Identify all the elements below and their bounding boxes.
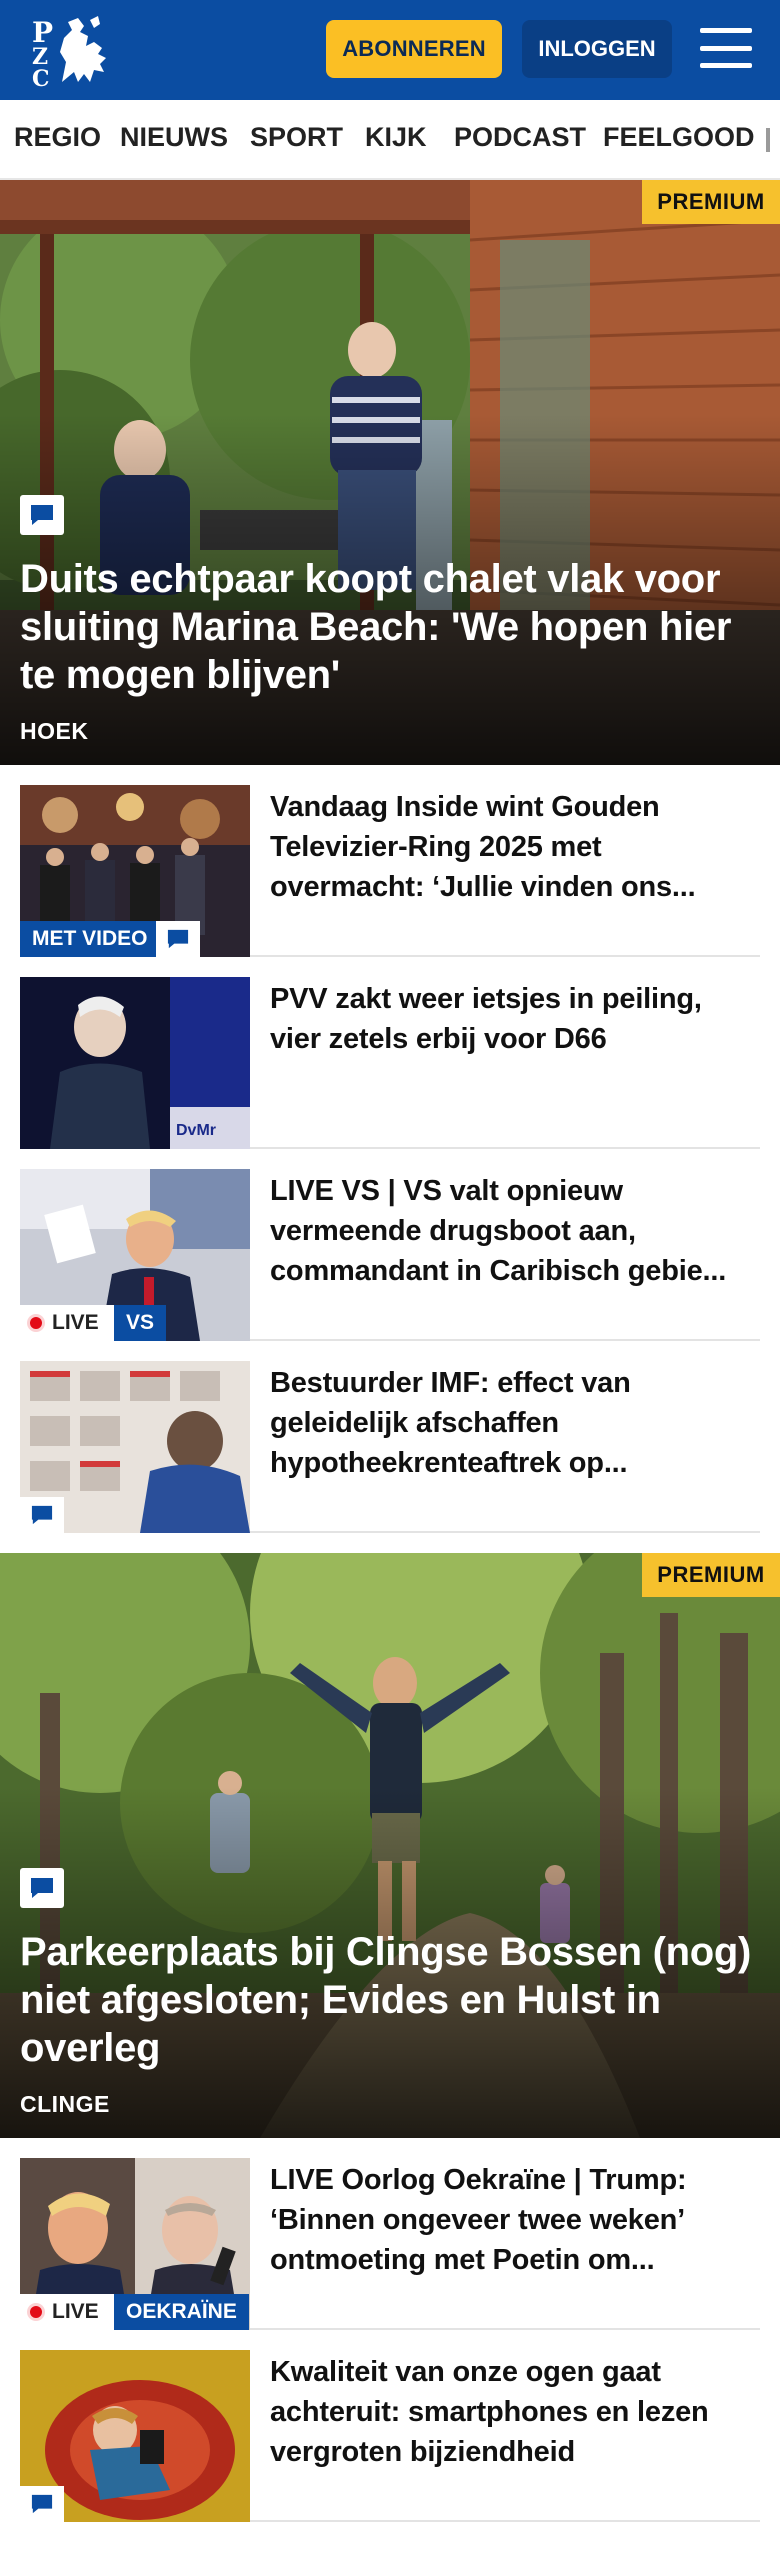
video-badge: MET VIDEO [20,921,160,957]
logo-letter-c: C [32,66,50,88]
comment-icon [20,2486,64,2522]
pzc-logo[interactable]: P Z C [28,12,112,92]
login-button[interactable]: INLOGGEN [522,20,672,78]
article-thumbnail: DvMr [20,977,250,1149]
comment-icon [156,921,200,957]
hero-headline[interactable]: Parkeerplaats bij Clingse Bossen (nog) n… [20,1928,760,2072]
nav-item-kijk[interactable]: KIJK [365,122,427,153]
article-headline[interactable]: LIVE VS | VS valt opnieuw vermeende drug… [270,1171,758,1291]
nav-item-regio[interactable]: REGIO [14,122,101,153]
section-nav: REGIO NIEUWS SPORT KIJK PODCAST FEELGOOD [0,100,780,180]
premium-badge: PREMIUM [642,180,780,224]
article-headline[interactable]: Kwaliteit van onze ogen gaat achteruit: … [270,2352,758,2472]
live-dot-icon [30,1317,42,1329]
premium-badge: PREMIUM [642,1553,780,1597]
article-headline[interactable]: LIVE Oorlog Oekraïne | Trump: ‘Binnen on… [270,2160,758,2280]
svg-text:DvMr: DvMr [176,1122,216,1139]
list-item[interactable]: DvMr PVV zakt weer ietsjes in peiling, v… [20,957,760,1149]
list-item[interactable]: Kwaliteit van onze ogen gaat achteruit: … [20,2330,760,2522]
comment-icon [20,1868,64,1908]
list-item[interactable]: LIVE VS LIVE VS | VS valt opnieuw vermee… [20,1149,760,1341]
hero-location-tag[interactable]: CLINGE [20,2091,110,2118]
nav-item-sport[interactable]: SPORT [250,122,343,153]
nav-item-podcast[interactable]: PODCAST [454,122,586,153]
live-badge: LIVE [20,1305,114,1341]
article-thumbnail [20,2350,250,2522]
article-headline[interactable]: Vandaag Inside wint Gouden Televizier-Ri… [270,787,758,907]
hero-location-tag[interactable]: HOEK [20,718,88,745]
category-badge: OEKRAÏNE [114,2294,249,2330]
site-header: P Z C ABONNEREN INLOGGEN [0,0,780,100]
list-item[interactable]: Bestuurder IMF: effect van geleidelijk a… [20,1341,760,1533]
nav-item-feelgood[interactable]: FEELGOOD [603,122,755,153]
hero-article-chalet[interactable]: PREMIUM Duits echtpaar koopt chalet vlak… [0,180,780,765]
live-badge: LIVE [20,2294,114,2330]
live-label: LIVE [52,2300,99,2323]
subscribe-button[interactable]: ABONNEREN [326,20,502,78]
article-thumbnail: MET VIDEO [20,785,250,957]
list-item[interactable]: LIVE OEKRAÏNE LIVE Oorlog Oekraïne | Tru… [20,2138,760,2330]
comment-icon [20,1497,64,1533]
live-label: LIVE [52,1311,99,1334]
nav-item-nieuws[interactable]: NIEUWS [120,122,228,153]
hero-headline[interactable]: Duits echtpaar koopt chalet vlak voor sl… [20,555,760,699]
lion-emblem-icon [60,16,106,82]
category-badge: VS [114,1305,167,1341]
article-headline[interactable]: Bestuurder IMF: effect van geleidelijk a… [270,1363,758,1483]
list-item[interactable]: MET VIDEO Vandaag Inside wint Gouden Tel… [20,765,760,957]
article-thumbnail: LIVE OEKRAÏNE [20,2158,250,2330]
comment-icon [20,495,64,535]
article-thumbnail: LIVE VS [20,1169,250,1341]
nav-overflow-indicator [766,128,770,152]
live-dot-icon [30,2306,42,2318]
hamburger-menu-icon[interactable] [700,25,752,71]
article-headline[interactable]: PVV zakt weer ietsjes in peiling, vier z… [270,979,758,1059]
hero-article-clingse-bossen[interactable]: PREMIUM Parkeerplaats bij Clingse Bossen… [0,1553,780,2138]
article-thumbnail [20,1361,250,1533]
